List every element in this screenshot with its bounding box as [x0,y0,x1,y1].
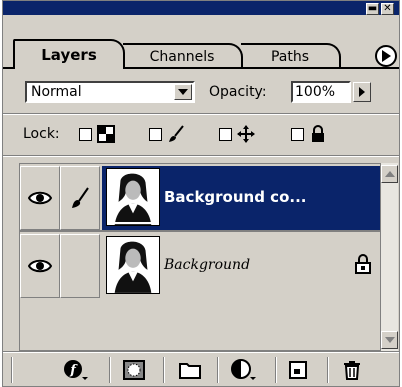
layer-name-area[interactable]: Background co... [102,166,380,230]
lock-label: Lock: [23,126,60,142]
lock-transparency-checkbox[interactable] [79,128,92,141]
padlock-icon [355,254,371,274]
layers-scrollbar[interactable] [380,163,398,351]
layer-name-area[interactable]: Background [102,234,380,298]
layer-link-cell[interactable] [60,234,100,298]
triangle-right-icon [359,87,365,97]
toolbar-separator [327,357,329,383]
blend-mode-value: Normal [31,84,82,100]
move-lock-icon [237,125,255,143]
minimize-button[interactable]: ▬ [366,3,379,15]
new-adjustment-layer-button[interactable] [229,357,259,383]
opacity-input[interactable]: 100% [291,81,351,103]
tab-channels[interactable]: Channels [123,43,243,69]
layer-style-icon: f [64,360,88,380]
eye-icon [28,259,52,273]
toolbar-separator [217,357,219,383]
lock-all-checkbox[interactable] [291,128,304,141]
visibility-toggle[interactable] [20,234,60,298]
layer-name[interactable]: Background co... [164,186,306,208]
add-layer-style-button[interactable]: f [61,357,91,383]
layer-name[interactable]: Background [164,254,250,276]
transparency-lock-icon [97,125,115,143]
new-set-button[interactable] [175,357,205,383]
toolbar-separator [109,357,111,383]
opacity-label: Opacity: [209,84,267,100]
folder-icon [179,363,201,379]
triangle-right-icon [382,50,391,62]
opacity-slider-button[interactable] [353,82,371,102]
tab-paths[interactable]: Paths [241,43,341,69]
scroll-down-button[interactable] [381,331,398,349]
new-layer-button[interactable] [283,357,313,383]
close-button[interactable]: ✕ [381,3,394,15]
palette-menu-button[interactable] [375,45,397,67]
brush-lock-icon [169,125,184,142]
chevron-down-icon [384,337,395,343]
chevron-up-icon [384,171,395,177]
padlock-icon [312,125,324,142]
brush-icon [72,187,89,208]
trash-icon [344,361,360,380]
lock-position-checkbox[interactable] [219,128,232,141]
lock-image-checkbox[interactable] [149,128,162,141]
layers-list: Background co... Background [19,163,381,351]
new-layer-icon [289,361,307,379]
add-mask-button[interactable] [119,357,149,383]
mask-icon [123,360,145,380]
delete-layer-button[interactable] [337,357,367,383]
layers-toolbar: f [3,353,399,386]
tab-layers[interactable]: Layers [13,39,125,69]
blend-mode-select[interactable]: Normal [25,81,195,103]
tab-strip: Paths Channels Layers [3,15,399,69]
scroll-up-button[interactable] [381,165,398,183]
palette-title-bar[interactable]: ▬ ✕ [3,1,399,15]
eye-icon [28,191,52,205]
layer-link-cell[interactable] [60,166,100,230]
visibility-toggle[interactable] [20,166,60,230]
chevron-down-icon[interactable] [174,84,192,100]
layer-thumbnail [106,168,160,226]
layer-row-background[interactable]: Background [20,232,380,300]
layer-thumbnail [106,236,160,294]
divider [3,113,399,115]
toolbar-separator [11,357,13,383]
toolbar-separator [163,357,165,383]
adjustment-layer-icon [231,359,256,380]
layer-row-background-copy[interactable]: Background co... [20,164,380,232]
toolbar-separator [275,357,277,383]
divider [3,155,399,157]
layers-palette: ▬ ✕ Paths Channels Layers Normal Opacity… [2,0,400,387]
